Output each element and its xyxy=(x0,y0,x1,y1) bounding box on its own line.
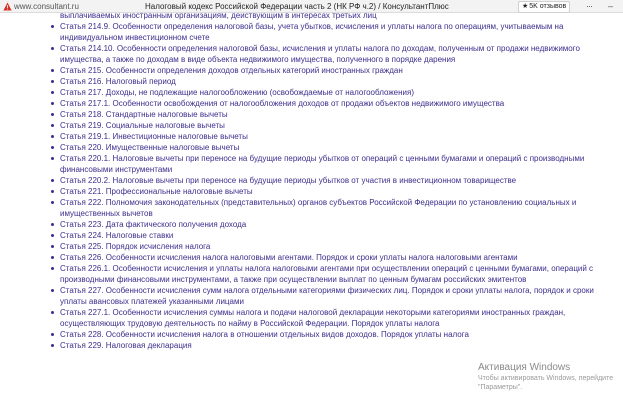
article-link[interactable]: выплачиваемых иностранным организациям, … xyxy=(0,13,620,21)
article-link[interactable]: Статья 215. Особенности определения дохо… xyxy=(0,65,620,76)
article-link[interactable]: Статья 223. Дата фактического получения … xyxy=(0,219,620,230)
article-link[interactable]: Статья 217.1. Особенности освобождения о… xyxy=(0,98,620,109)
article-link[interactable]: Статья 220. Имущественные налоговые выче… xyxy=(0,142,620,153)
article-link[interactable]: Статья 216. Налоговый период xyxy=(0,76,620,87)
article-link[interactable]: Статья 225. Порядок исчисления налога xyxy=(0,241,620,252)
article-link[interactable]: Статья 220.1. Налоговые вычеты при перен… xyxy=(0,153,620,175)
article-link[interactable]: Статья 226.1. Особенности исчисления и у… xyxy=(0,263,620,285)
article-link[interactable]: Статья 214.10. Особенности определения н… xyxy=(0,43,620,65)
more-icon[interactable]: ··· xyxy=(586,0,593,12)
article-link[interactable]: Статья 219. Социальные налоговые вычеты xyxy=(0,120,620,131)
article-link[interactable]: Статья 221. Профессиональные налоговые в… xyxy=(0,186,620,197)
article-link[interactable]: Статья 228. Особенности исчисления налог… xyxy=(0,329,620,340)
article-link[interactable]: Статья 218. Стандартные налоговые вычеты xyxy=(0,109,620,120)
article-link[interactable]: Статья 227.1. Особенности исчисления сум… xyxy=(0,307,620,329)
article-link[interactable]: Статья 222. Полномочия законодательных (… xyxy=(0,197,620,219)
page-title: Налоговый кодекс Российской Федерации ча… xyxy=(145,2,449,11)
minimize-icon[interactable]: – xyxy=(608,0,613,12)
article-link[interactable]: Статья 220.2. Налоговые вычеты при перен… xyxy=(0,175,620,186)
page-content: выплачиваемых иностранным организациям, … xyxy=(0,13,623,398)
address-url[interactable]: www.consultant.ru xyxy=(14,2,79,11)
reviews-label: 5K отзывов xyxy=(529,3,567,10)
article-link[interactable]: Статья 226. Особенности исчисления налог… xyxy=(0,252,620,263)
reviews-button[interactable]: ★5K отзывов xyxy=(518,1,571,13)
star-icon: ★ xyxy=(522,3,529,10)
article-link[interactable]: Статья 214.9. Особенности определения на… xyxy=(0,21,620,43)
article-list: выплачиваемых иностранным организациям, … xyxy=(0,13,620,351)
article-link[interactable]: Статья 217. Доходы, не подлежащие налого… xyxy=(0,87,620,98)
article-link[interactable]: Статья 229. Налоговая декларация xyxy=(0,340,620,351)
article-link[interactable]: Статья 224. Налоговые ставки xyxy=(0,230,620,241)
article-link[interactable]: Статья 219.1. Инвестиционные налоговые в… xyxy=(0,131,620,142)
warning-icon[interactable] xyxy=(3,2,12,11)
browser-bar: www.consultant.ru Налоговый кодекс Росси… xyxy=(0,0,623,13)
article-link[interactable]: Статья 227. Особенности исчисления сумм … xyxy=(0,285,620,307)
